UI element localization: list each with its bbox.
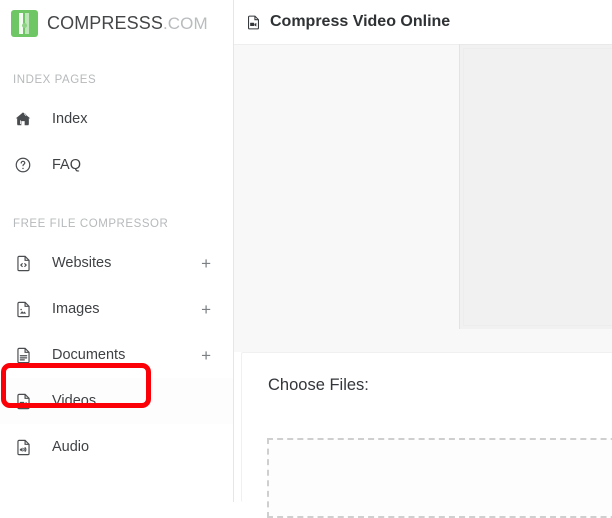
ad-slot-right-frame bbox=[463, 48, 612, 326]
file-dropzone[interactable] bbox=[267, 438, 612, 518]
sidebar-item-label: Images bbox=[52, 301, 100, 317]
ad-slot-left[interactable] bbox=[234, 44, 459, 329]
page-header: Compress Video Online bbox=[234, 0, 612, 44]
file-image-icon bbox=[13, 299, 33, 319]
sidebar-item-label: Index bbox=[52, 111, 88, 127]
sidebar-item-label: Websites bbox=[52, 255, 112, 271]
sidebar: COMPRESSS.COM INDEX PAGES Index FAQ FREE… bbox=[0, 0, 234, 502]
nav-section-title-index-pages: INDEX PAGES bbox=[13, 74, 97, 86]
sidebar-item-documents[interactable]: Documents + bbox=[0, 332, 233, 378]
file-code-icon bbox=[13, 253, 33, 273]
choose-files-card: Choose Files: bbox=[241, 352, 612, 518]
file-video-icon bbox=[244, 13, 262, 31]
nav-section-title-free-file-compressor: FREE FILE COMPRESSOR bbox=[13, 218, 169, 230]
sidebar-item-label: Videos bbox=[52, 393, 97, 409]
sidebar-item-index[interactable]: Index bbox=[0, 96, 233, 142]
sidebar-item-audio[interactable]: Audio bbox=[0, 424, 233, 470]
file-document-icon bbox=[13, 345, 33, 365]
sidebar-item-images[interactable]: Images + bbox=[0, 286, 233, 332]
choose-files-label: Choose Files: bbox=[268, 376, 369, 394]
sidebar-item-videos[interactable]: Videos bbox=[0, 378, 233, 424]
content-gap-strip bbox=[234, 329, 612, 352]
expander-icon[interactable]: + bbox=[201, 347, 211, 364]
brand-logo[interactable]: COMPRESSS.COM bbox=[0, 0, 233, 46]
file-audio-icon bbox=[13, 437, 33, 457]
ad-banner-row bbox=[234, 44, 612, 329]
brand-name-primary: COMPRESSS bbox=[47, 12, 163, 33]
main-content: Compress Video Online Choose Files: bbox=[234, 0, 612, 518]
sidebar-item-faq[interactable]: FAQ bbox=[0, 142, 233, 188]
home-icon bbox=[13, 109, 33, 129]
brand-name: COMPRESSS.COM bbox=[47, 13, 208, 34]
question-circle-icon bbox=[13, 155, 33, 175]
sidebar-item-label: Audio bbox=[52, 439, 90, 455]
expander-icon[interactable]: + bbox=[201, 255, 211, 272]
compress-logo-icon bbox=[11, 9, 38, 37]
sidebar-item-label: Documents bbox=[52, 347, 126, 363]
page-title: Compress Video Online bbox=[270, 13, 451, 30]
expander-icon[interactable]: + bbox=[201, 301, 211, 318]
file-video-icon bbox=[13, 391, 33, 411]
sidebar-item-websites[interactable]: Websites + bbox=[0, 240, 233, 286]
brand-name-secondary: .COM bbox=[162, 13, 208, 33]
ad-slot-right[interactable] bbox=[459, 44, 612, 329]
sidebar-item-label: FAQ bbox=[52, 157, 82, 173]
app-root: COMPRESSS.COM INDEX PAGES Index FAQ FREE… bbox=[0, 0, 612, 518]
